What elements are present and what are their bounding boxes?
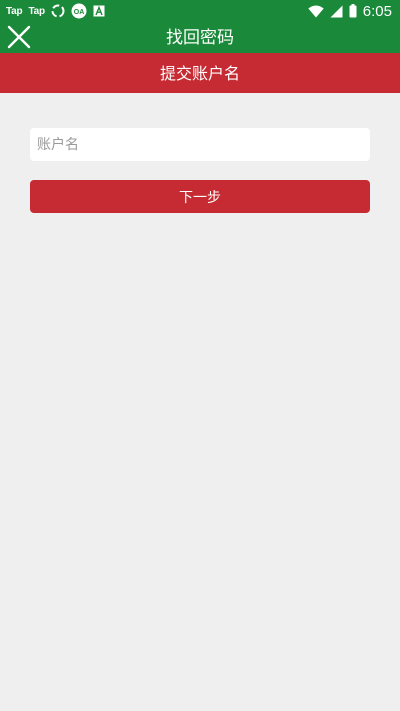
next-step-button[interactable]: 下一步 <box>30 180 370 213</box>
account-name-input[interactable] <box>30 128 370 161</box>
cellular-signal-icon <box>330 5 343 18</box>
battery-icon <box>349 4 357 18</box>
status-notifications: Tap Tap OA <box>6 3 105 19</box>
notification-app-label: Tap <box>28 5 45 17</box>
app-a-icon <box>93 5 105 17</box>
sync-icon <box>51 4 65 18</box>
status-bar: Tap Tap OA 6:05 <box>0 0 400 22</box>
wifi-icon <box>308 5 324 18</box>
step-header: 提交账户名 <box>0 53 400 93</box>
status-time: 6:05 <box>362 2 392 20</box>
app-badge-icon: OA <box>71 3 87 19</box>
status-system: 6:05 <box>308 2 392 20</box>
page-title: 找回密码 <box>166 28 234 48</box>
svg-text:OA: OA <box>74 9 85 16</box>
toolbar: 找回密码 <box>0 22 400 53</box>
notification-app-label: Tap <box>6 5 23 17</box>
